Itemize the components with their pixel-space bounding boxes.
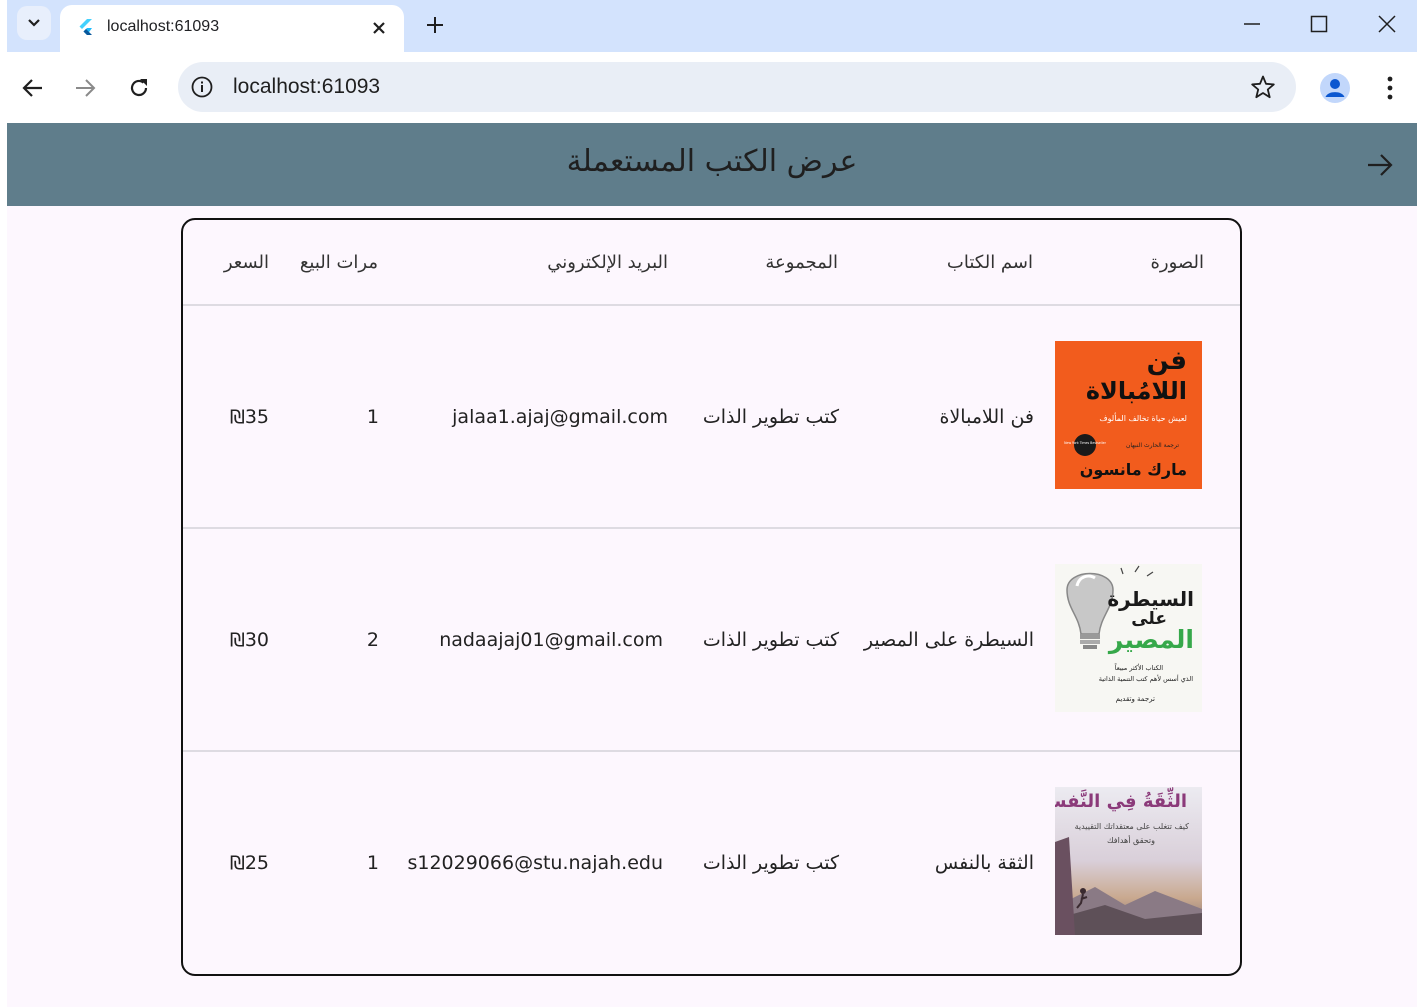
app-bar: عرض الكتب المستعملة [7, 123, 1417, 206]
arrow-right-icon [1368, 154, 1393, 176]
book-name: فن اللامبالاة [939, 406, 1034, 428]
sales-count: 1 [366, 406, 379, 428]
cover-blurb1: الكتاب الأكثر مبيعاً [1114, 663, 1163, 672]
cover-blurb2: الذي أسس لأهم كتب التنمية الذاتية [1099, 674, 1193, 683]
book-cover-image[interactable]: السيطرة على المصير الكتاب الأكثر مبيعاً … [1055, 564, 1202, 712]
cover-subtitle-line2: وتحقق أهدافك [1107, 835, 1155, 845]
profile-avatar-icon[interactable] [1320, 73, 1350, 103]
cover-title-line3: المصير [1107, 625, 1194, 655]
seller-email: jalaa1.ajaj@gmail.com [452, 406, 668, 428]
cover-translator: ترجمة وتقديم [1116, 695, 1155, 703]
reload-icon [130, 79, 148, 97]
reload-button[interactable] [120, 69, 158, 107]
header-category: المجموعة [765, 252, 838, 273]
page-content: الصورة اسم الكتاب المجموعة البريد الإلكت… [7, 206, 1417, 1007]
arrow-left-icon [22, 79, 42, 97]
row-divider [183, 750, 1240, 752]
book-cover-image[interactable]: الثِّقَةُ فِي النَّفسِ كيف تتغلب على معت… [1055, 787, 1202, 935]
tab-close-button[interactable] [366, 15, 392, 41]
maximize-button[interactable] [1299, 8, 1339, 40]
minimize-button[interactable] [1232, 8, 1272, 40]
chevron-down-icon [28, 19, 40, 27]
close-icon [373, 22, 385, 34]
browser-menu-button[interactable] [1375, 73, 1405, 103]
header-email: البريد الإلكتروني [547, 252, 668, 273]
new-tab-button[interactable] [420, 10, 450, 40]
book-price: ₪35 [229, 406, 269, 428]
header-book-name: اسم الكتاب [946, 252, 1033, 273]
cover-subtitle: لعيش حياة تخالف المألوف [1099, 412, 1187, 423]
header-sales-count: مرات البيع [299, 252, 378, 273]
sales-count: 2 [366, 629, 379, 651]
book-category: كتب تطوير الذات [702, 629, 839, 651]
browser-tab[interactable]: localhost:61093 [60, 5, 404, 52]
book-price: ₪25 [229, 852, 269, 874]
book-price: ₪30 [229, 629, 269, 651]
book-name: الثقة بالنفس [934, 852, 1034, 874]
browser-window: localhost:61093 localhost:61093 عرض الكت… [7, 0, 1417, 1007]
flutter-icon [79, 19, 92, 35]
seller-email: nadaajaj01@gmail.com [439, 629, 663, 651]
tab-strip: localhost:61093 [7, 0, 1417, 52]
arrow-right-icon [76, 79, 96, 97]
minimize-icon [1244, 23, 1260, 25]
book-category: كتب تطوير الذات [702, 852, 839, 874]
book-name: السيطرة على المصير [863, 629, 1034, 651]
plus-icon [427, 17, 443, 33]
page-title: عرض الكتب المستعملة [566, 144, 858, 179]
book-category: كتب تطوير الذات [702, 406, 839, 428]
forward-button[interactable] [66, 69, 104, 107]
maximize-icon [1310, 15, 1328, 33]
close-icon [1378, 15, 1396, 33]
seller-email: s12029066@stu.najah.edu [407, 852, 663, 874]
cover-title-line1: السيطرة [1107, 587, 1194, 611]
book-cover-image[interactable]: فن اللامُبالاة لعيش حياة تخالف المألوف N… [1055, 341, 1202, 489]
browser-toolbar: localhost:61093 [7, 52, 1417, 123]
cover-translator: ترجمة الحارث النبهان [1126, 442, 1179, 449]
books-table: الصورة اسم الكتاب المجموعة البريد الإلكت… [181, 218, 1242, 976]
info-icon[interactable] [190, 75, 214, 99]
back-button[interactable] [14, 69, 52, 107]
more-vertical-icon [1387, 76, 1393, 100]
row-divider [183, 304, 1240, 306]
app-back-button[interactable] [1362, 147, 1398, 183]
sales-count: 1 [366, 852, 379, 874]
tab-search-button[interactable] [17, 6, 51, 40]
star-icon[interactable] [1250, 74, 1276, 100]
address-bar[interactable]: localhost:61093 [178, 62, 1296, 112]
url-text[interactable]: localhost:61093 [233, 75, 380, 99]
tab-title: localhost:61093 [107, 18, 220, 35]
cover-author: مارك مانسون [1080, 460, 1187, 479]
cover-title-line1: فن [1147, 346, 1187, 376]
cover-subtitle-line1: كيف تتغلب على معتقداتك التقييدية [1075, 822, 1190, 831]
header-price: السعر [223, 252, 269, 273]
close-window-button[interactable] [1367, 8, 1407, 40]
row-divider [183, 527, 1240, 529]
cover-title-line2: اللامُبالاة [1086, 377, 1187, 405]
cover-title: الثِّقَةُ فِي النَّفسِ [1055, 788, 1187, 816]
cover-badge: New York Times Bestseller [1064, 441, 1106, 445]
header-image: الصورة [1150, 252, 1204, 273]
